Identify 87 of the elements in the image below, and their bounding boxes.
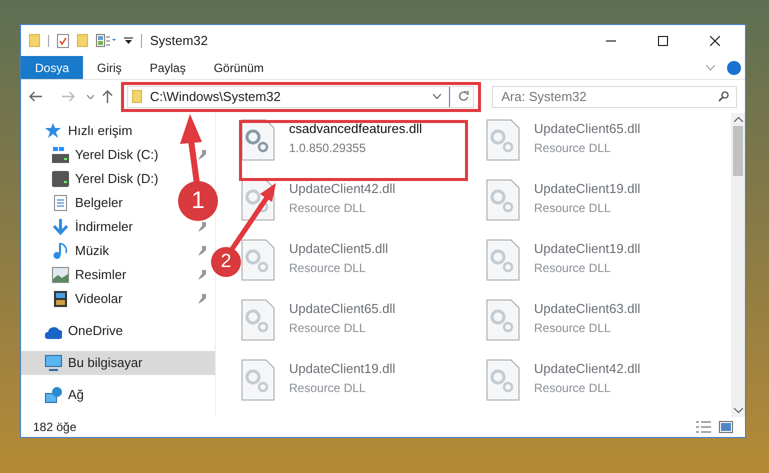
gear-file-icon[interactable] — [486, 179, 520, 221]
sidebar-item[interactable]: İndirmeler — [52, 215, 133, 239]
view-icon[interactable] — [96, 34, 116, 47]
folder-icon — [132, 90, 142, 103]
picture-icon — [52, 267, 69, 283]
gear-file-icon[interactable] — [486, 299, 520, 341]
sidebar-item[interactable]: Belgeler — [52, 191, 123, 215]
network-icon — [45, 387, 62, 403]
drive-icon — [52, 171, 69, 187]
pin-icon[interactable] — [198, 222, 207, 232]
sidebar-item[interactable]: Bu bilgisayar — [21, 351, 215, 375]
pin-icon[interactable] — [198, 246, 207, 256]
music-note-icon — [52, 243, 69, 259]
gear-file-icon[interactable] — [486, 239, 520, 281]
ribbon-tab[interactable]: Giriş — [83, 56, 136, 79]
file-detail: Resource DLL — [534, 320, 612, 336]
sidebar-item[interactable]: Yerel Disk (C:) — [52, 143, 158, 167]
ribbon-tab[interactable]: Görünüm — [200, 56, 278, 79]
item-count: 182 öğe — [33, 419, 76, 436]
gear-file-icon[interactable] — [486, 119, 520, 161]
file-detail: Resource DLL — [289, 380, 367, 396]
forward-arrow-icon[interactable] — [62, 91, 75, 102]
scroll-down-icon[interactable] — [734, 408, 742, 413]
file-name[interactable]: UpdateClient19.dll — [534, 239, 640, 258]
scroll-up-icon[interactable] — [734, 117, 742, 122]
document-icon — [52, 195, 69, 211]
thumbnail-view-icon[interactable] — [719, 421, 733, 433]
address-bar[interactable]: C:\Windows\System32 — [126, 86, 474, 108]
file-name[interactable]: UpdateClient5.dll — [289, 239, 388, 258]
gear-file-icon[interactable] — [486, 359, 520, 401]
maximize-icon — [658, 36, 668, 46]
minimize-icon — [606, 40, 616, 42]
ribbon-tab[interactable]: Dosya — [21, 56, 84, 79]
file-detail: Resource DLL — [534, 260, 612, 276]
scrollbar[interactable] — [731, 113, 745, 417]
scroll-thumb[interactable] — [733, 126, 743, 176]
gear-file-icon[interactable] — [241, 239, 275, 281]
sidebar-item[interactable]: OneDrive — [45, 319, 123, 343]
file-detail: Resource DLL — [534, 380, 612, 396]
file-detail: 1.0.850.29355 — [289, 140, 367, 156]
properties-icon[interactable] — [57, 34, 69, 48]
file-name[interactable]: UpdateClient65.dll — [289, 299, 396, 318]
sidebar-item[interactable]: Müzik — [52, 239, 109, 263]
sidebar-item[interactable]: Resimler — [52, 263, 126, 287]
callout-arrow — [178, 114, 204, 184]
file-name[interactable]: UpdateClient19.dll — [534, 179, 640, 198]
sidebar-item[interactable]: Ağ — [45, 383, 84, 407]
address-path: C:\Windows\System32 — [150, 88, 281, 106]
pin-icon[interactable] — [198, 150, 207, 160]
file-name[interactable]: UpdateClient19.dll — [289, 359, 396, 378]
file-name[interactable]: csadvancedfeatures.dll — [289, 119, 422, 138]
pin-icon[interactable] — [198, 294, 207, 304]
gear-file-icon[interactable] — [241, 359, 275, 401]
search-icon[interactable] — [718, 90, 729, 102]
search-field[interactable]: Ara: System32 — [492, 86, 737, 108]
file-name[interactable]: UpdateClient42.dll — [289, 179, 396, 198]
file-name[interactable]: UpdateClient65.dll — [534, 119, 640, 138]
drive-icon — [52, 147, 69, 163]
file-detail: Resource DLL — [289, 320, 367, 336]
pin-icon[interactable] — [198, 270, 207, 280]
customize-caret-icon[interactable] — [124, 36, 133, 44]
star-icon — [45, 123, 62, 139]
gear-file-icon[interactable] — [241, 299, 275, 341]
close-icon — [710, 36, 720, 46]
details-view-icon[interactable] — [696, 421, 711, 433]
sidebar-item[interactable]: Videolar — [52, 287, 122, 311]
file-name[interactable]: UpdateClient63.dll — [534, 299, 640, 318]
up-arrow-icon[interactable] — [102, 90, 113, 103]
back-arrow-icon[interactable] — [29, 91, 42, 102]
file-detail: Resource DLL — [534, 140, 612, 156]
dropdown-caret-icon[interactable] — [433, 94, 442, 99]
gear-file-icon[interactable] — [241, 119, 275, 161]
computer-icon — [45, 355, 62, 371]
file-name[interactable]: UpdateClient42.dll — [534, 359, 640, 378]
file-detail: Resource DLL — [534, 200, 612, 216]
refresh-icon[interactable] — [458, 91, 470, 102]
sidebar-item[interactable]: Yerel Disk (D:) — [52, 167, 158, 191]
help-icon[interactable] — [727, 60, 741, 74]
ribbon-tab[interactable]: Paylaş — [136, 56, 200, 79]
file-detail: Resource DLL — [289, 200, 367, 216]
file-detail: Resource DLL — [289, 260, 367, 276]
expand-ribbon-icon[interactable] — [706, 64, 715, 70]
down-arrow-icon — [52, 219, 69, 235]
window-title: System32 — [150, 32, 208, 50]
film-icon — [52, 291, 69, 307]
recent-caret-icon[interactable] — [86, 94, 94, 98]
sidebar-item[interactable]: Hızlı erişim — [45, 119, 132, 143]
